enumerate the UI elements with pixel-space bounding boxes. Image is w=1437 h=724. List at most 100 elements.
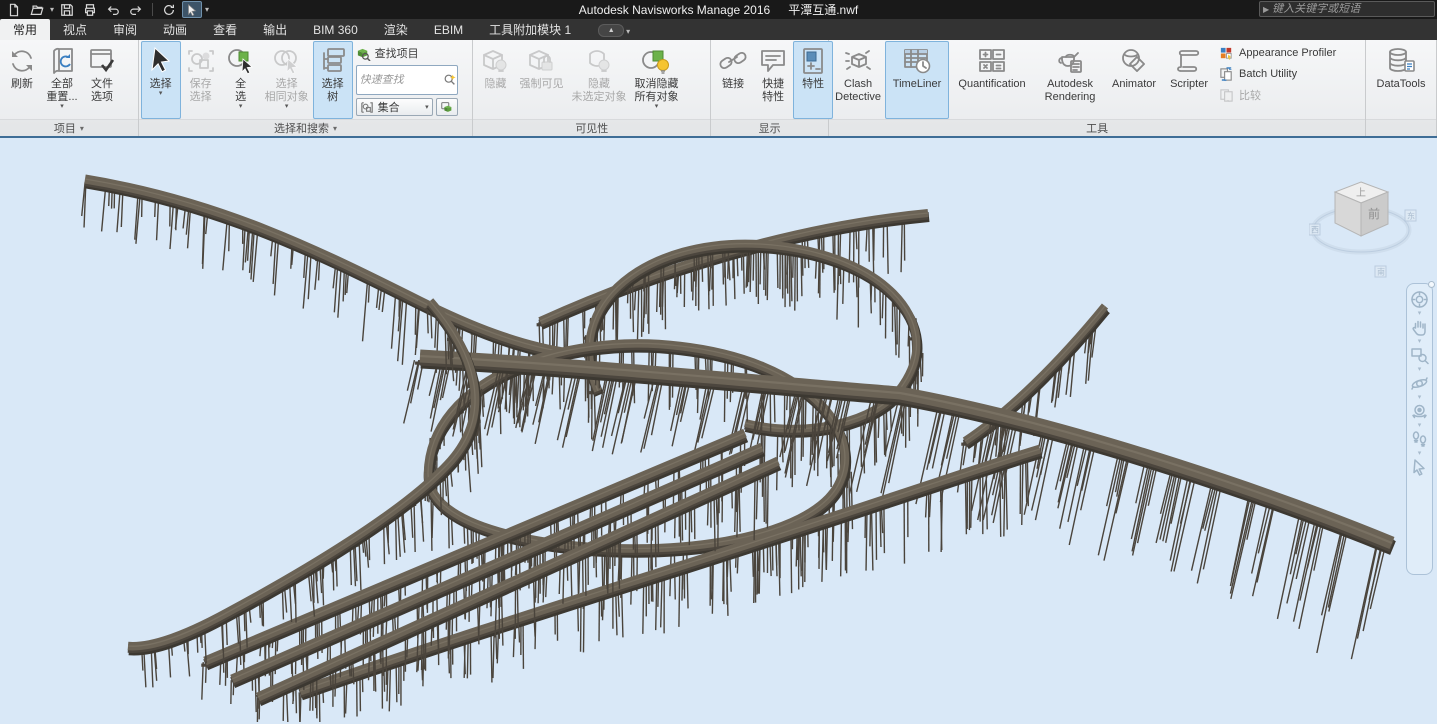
- nav-caret[interactable]: ▾: [1418, 338, 1422, 345]
- properties-button[interactable]: 特性: [793, 41, 833, 119]
- model-canvas[interactable]: [0, 138, 1437, 722]
- new-file-icon[interactable]: [4, 1, 24, 18]
- links-icon: [717, 45, 749, 77]
- selection-tree-button[interactable]: 选择 树: [313, 41, 353, 119]
- full-navigation-wheel-icon[interactable]: [1410, 290, 1429, 309]
- select-dropdown-caret[interactable]: ▾: [205, 5, 209, 14]
- quick-find-box[interactable]: [356, 65, 458, 95]
- tab-bim360[interactable]: BIM 360: [300, 19, 371, 40]
- search-expand-icon[interactable]: ▶: [1260, 5, 1272, 14]
- group-label-display[interactable]: 显示: [711, 119, 828, 136]
- help-search-box[interactable]: ▶: [1259, 1, 1435, 17]
- tab-animation[interactable]: 动画: [150, 19, 200, 40]
- ribbon-display-caret[interactable]: ▾: [626, 27, 630, 36]
- group-label-datatools: [1366, 119, 1436, 136]
- unhide-all-button[interactable]: 取消隐藏 所有对象▾: [630, 41, 682, 119]
- refresh-icon[interactable]: [159, 1, 179, 18]
- quick-properties-button[interactable]: 快捷 特性: [753, 41, 793, 119]
- select-tool-icon[interactable]: [182, 1, 202, 18]
- clash-detective-icon: [842, 45, 874, 77]
- undo-icon[interactable]: [103, 1, 123, 18]
- save-icon[interactable]: [57, 1, 77, 18]
- save-selection-button[interactable]: 保存 选择: [181, 41, 221, 119]
- nav-caret[interactable]: ▾: [1418, 310, 1422, 317]
- sets-dropdown[interactable]: 集合 ▾: [356, 98, 433, 116]
- refresh-button[interactable]: 刷新: [2, 41, 42, 119]
- timeliner-icon: [901, 45, 933, 77]
- toolbar-separator: [152, 3, 153, 16]
- group-caret: ▾: [80, 124, 84, 133]
- redo-icon[interactable]: [126, 1, 146, 18]
- hide-unselected-icon: [583, 45, 615, 77]
- quantification-button[interactable]: Quantification: [949, 41, 1035, 119]
- ribbon-collapse-button[interactable]: ▲: [598, 24, 624, 37]
- 3d-viewport[interactable]: 西 南 东 上 前 ▾ ▾ ▾ ▾ ▾: [0, 138, 1437, 724]
- timeliner-button[interactable]: TimeLiner: [885, 41, 949, 119]
- compare-button[interactable]: 比较: [1219, 86, 1336, 104]
- group-label-project[interactable]: 项目▾: [0, 119, 138, 136]
- select-all-button[interactable]: 全 选▾: [221, 41, 261, 119]
- file-options-button[interactable]: 文件 选项: [82, 41, 122, 119]
- nav-caret[interactable]: ▾: [1418, 422, 1422, 429]
- tab-output[interactable]: 输出: [250, 19, 300, 40]
- tab-addins[interactable]: 工具附加模块 1: [476, 19, 584, 40]
- title-bar: ▾ ▾ Autodesk Navisworks Manage 2016平潭互通.…: [0, 0, 1437, 19]
- nav-caret[interactable]: ▾: [1418, 450, 1422, 457]
- quantification-icon: [976, 45, 1008, 77]
- tab-ebim[interactable]: EBIM: [421, 19, 476, 40]
- search-input[interactable]: [1272, 3, 1434, 15]
- sets-row: 集合 ▾: [356, 97, 458, 117]
- autodesk-rendering-button[interactable]: Autodesk Rendering: [1035, 41, 1105, 119]
- tab-view[interactable]: 查看: [200, 19, 250, 40]
- open-dropdown-caret[interactable]: ▾: [50, 5, 54, 14]
- select-same-button[interactable]: 选择 相同对象▾: [261, 41, 313, 119]
- viewcube[interactable]: 西 南 东 上 前: [1309, 168, 1419, 283]
- hide-unselected-button[interactable]: 隐藏 未选定对象: [567, 41, 630, 119]
- group-tools: Clash Detective TimeLiner Quantification…: [829, 40, 1366, 136]
- appearance-profiler-button[interactable]: Appearance Profiler: [1219, 44, 1336, 62]
- collapse-arrow-icon: ▲: [608, 27, 615, 34]
- print-icon[interactable]: [80, 1, 100, 18]
- navbar-close-icon[interactable]: [1428, 281, 1435, 288]
- viewcube-top-label: 上: [1356, 187, 1366, 199]
- find-items-button[interactable]: 查找项目: [356, 43, 458, 63]
- zoom-window-icon[interactable]: [1410, 346, 1429, 365]
- properties-icon: [797, 45, 829, 77]
- manage-sets-button[interactable]: [436, 98, 458, 116]
- viewcube-south-label: 南: [1377, 267, 1385, 277]
- hide-button[interactable]: 隐藏: [475, 41, 515, 119]
- scripter-button[interactable]: Scripter: [1163, 41, 1215, 119]
- tab-review[interactable]: 审阅: [100, 19, 150, 40]
- tab-home[interactable]: 常用: [0, 19, 50, 40]
- batch-utility-icon: [1219, 67, 1234, 82]
- nav-caret[interactable]: ▾: [1418, 366, 1422, 373]
- tab-viewpoint[interactable]: 视点: [50, 19, 100, 40]
- ribbon-tab-bar: 常用 视点 审阅 动画 查看 输出 BIM 360 渲染 EBIM 工具附加模块…: [0, 19, 1437, 40]
- look-around-icon[interactable]: [1410, 402, 1429, 421]
- select-cursor-icon[interactable]: [1410, 458, 1429, 477]
- walk-icon[interactable]: [1410, 430, 1429, 449]
- open-file-icon[interactable]: [27, 1, 47, 18]
- refresh-icon: [6, 45, 38, 77]
- group-label-visibility[interactable]: 可见性: [473, 119, 710, 136]
- group-label-select-search[interactable]: 选择和搜索▾: [139, 119, 473, 136]
- animator-button[interactable]: Animator: [1105, 41, 1163, 119]
- group-display: 链接 快捷 特性 特性 显示: [711, 40, 829, 136]
- reset-all-button[interactable]: 全部 重置...▾: [42, 41, 82, 119]
- pan-icon[interactable]: [1410, 318, 1429, 337]
- nav-caret[interactable]: ▾: [1418, 394, 1422, 401]
- links-button[interactable]: 链接: [713, 41, 753, 119]
- require-button[interactable]: 强制可见: [515, 41, 567, 119]
- hide-icon: [479, 45, 511, 77]
- dropdown-caret: ▾: [655, 104, 659, 110]
- orbit-icon[interactable]: [1410, 374, 1429, 393]
- group-label-tools[interactable]: 工具: [829, 119, 1365, 136]
- clash-detective-button[interactable]: Clash Detective: [831, 41, 885, 119]
- viewcube-cube[interactable]: 上 前: [1335, 182, 1388, 236]
- batch-utility-button[interactable]: Batch Utility: [1219, 65, 1336, 83]
- require-icon: [525, 45, 557, 77]
- quick-find-input[interactable]: [357, 74, 443, 86]
- tab-render[interactable]: 渲染: [371, 19, 421, 40]
- datatools-button[interactable]: DataTools: [1368, 41, 1434, 119]
- select-button[interactable]: 选择▾: [141, 41, 181, 119]
